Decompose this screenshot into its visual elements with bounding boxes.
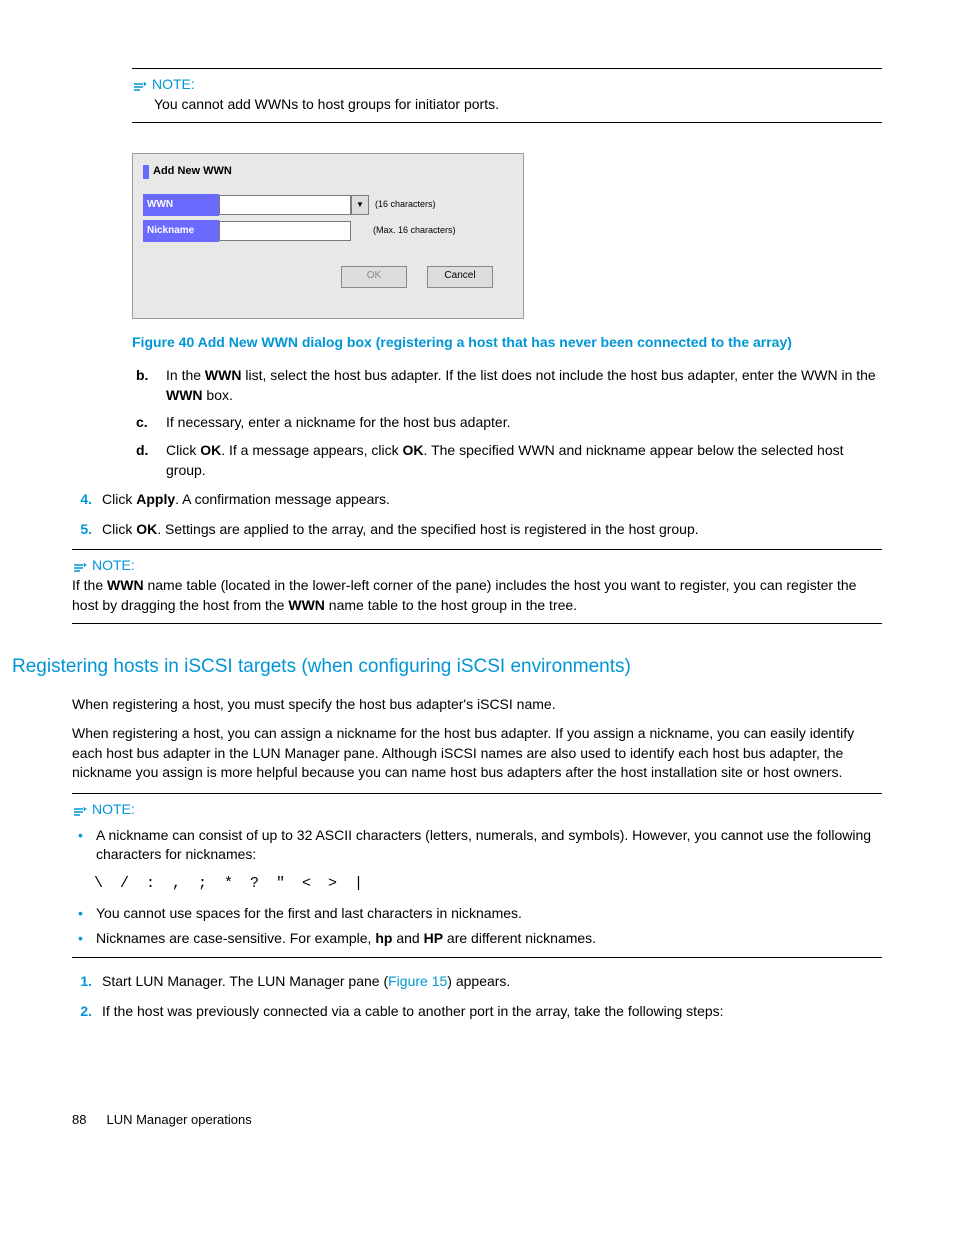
nickname-row: Nickname (Max. 16 characters) bbox=[143, 220, 513, 242]
footer-label: LUN Manager operations bbox=[106, 1111, 251, 1129]
list-item: •A nickname can consist of up to 32 ASCI… bbox=[78, 826, 882, 865]
note-block-3: NOTE: •A nickname can consist of up to 3… bbox=[72, 793, 882, 958]
section-heading: Registering hosts in iSCSI targets (when… bbox=[12, 654, 882, 681]
forbidden-chars: \ / : , ; * ? " < > | bbox=[94, 873, 882, 894]
step-4: 4. Click Apply. A confirmation message a… bbox=[72, 490, 882, 510]
figure-dialog: Add New WWN WWN ▼ (16 characters) Nickna… bbox=[132, 153, 882, 318]
substep-b: b. In the WWN list, select the host bus … bbox=[136, 366, 882, 405]
para-1: When registering a host, you must specif… bbox=[72, 695, 882, 715]
note-block-1: NOTE: You cannot add WWNs to host groups… bbox=[132, 68, 882, 123]
figure-caption: Figure 40 Add New WWN dialog box (regist… bbox=[132, 333, 832, 353]
note-label: NOTE: bbox=[152, 75, 195, 95]
wwn-dropdown-icon[interactable]: ▼ bbox=[351, 195, 369, 215]
dialog-title: Add New WWN bbox=[143, 164, 513, 193]
note-label: NOTE: bbox=[92, 800, 135, 820]
note-body: You cannot add WWNs to host groups for i… bbox=[154, 95, 882, 115]
step-2: 2. If the host was previously connected … bbox=[72, 1002, 882, 1022]
page-footer: 88 LUN Manager operations bbox=[72, 1111, 882, 1129]
page-number: 88 bbox=[72, 1111, 86, 1129]
wwn-suffix: (16 characters) bbox=[369, 198, 436, 211]
list-item: •You cannot use spaces for the first and… bbox=[78, 904, 882, 924]
note-label: NOTE: bbox=[92, 556, 135, 576]
note-block-2: NOTE: If the WWN name table (located in … bbox=[72, 549, 882, 624]
substep-d: d. Click OK. If a message appears, click… bbox=[136, 441, 882, 480]
step-list-2: 1. Start LUN Manager. The LUN Manager pa… bbox=[72, 972, 882, 1021]
add-new-wwn-dialog: Add New WWN WWN ▼ (16 characters) Nickna… bbox=[132, 153, 524, 318]
step-5: 5. Click OK. Settings are applied to the… bbox=[72, 520, 882, 540]
note3-list: •A nickname can consist of up to 32 ASCI… bbox=[78, 826, 882, 865]
note-header: NOTE: bbox=[132, 75, 882, 95]
substep-c: c. If necessary, enter a nickname for th… bbox=[136, 413, 882, 433]
note-icon bbox=[72, 560, 88, 572]
list-item: •Nicknames are case-sensitive. For examp… bbox=[78, 929, 882, 949]
nickname-label: Nickname bbox=[143, 220, 219, 242]
nickname-input[interactable] bbox=[219, 221, 351, 241]
note-header: NOTE: bbox=[72, 556, 882, 576]
note-body: If the WWN name table (located in the lo… bbox=[72, 576, 882, 615]
wwn-label: WWN bbox=[143, 194, 219, 216]
para-2: When registering a host, you can assign … bbox=[72, 724, 882, 783]
note-icon bbox=[72, 804, 88, 816]
note-header: NOTE: bbox=[72, 800, 882, 820]
cancel-button[interactable]: Cancel bbox=[427, 266, 493, 288]
ok-button[interactable]: OK bbox=[341, 266, 407, 288]
step-list: 4. Click Apply. A confirmation message a… bbox=[72, 490, 882, 539]
note3-list-2: •You cannot use spaces for the first and… bbox=[78, 904, 882, 949]
nickname-suffix: (Max. 16 characters) bbox=[351, 224, 456, 237]
substep-list: b. In the WWN list, select the host bus … bbox=[136, 366, 882, 480]
note-icon bbox=[132, 79, 148, 91]
figure-link[interactable]: Figure 15 bbox=[388, 973, 447, 989]
step-1: 1. Start LUN Manager. The LUN Manager pa… bbox=[72, 972, 882, 992]
wwn-row: WWN ▼ (16 characters) bbox=[143, 194, 513, 216]
wwn-input[interactable] bbox=[219, 195, 351, 215]
